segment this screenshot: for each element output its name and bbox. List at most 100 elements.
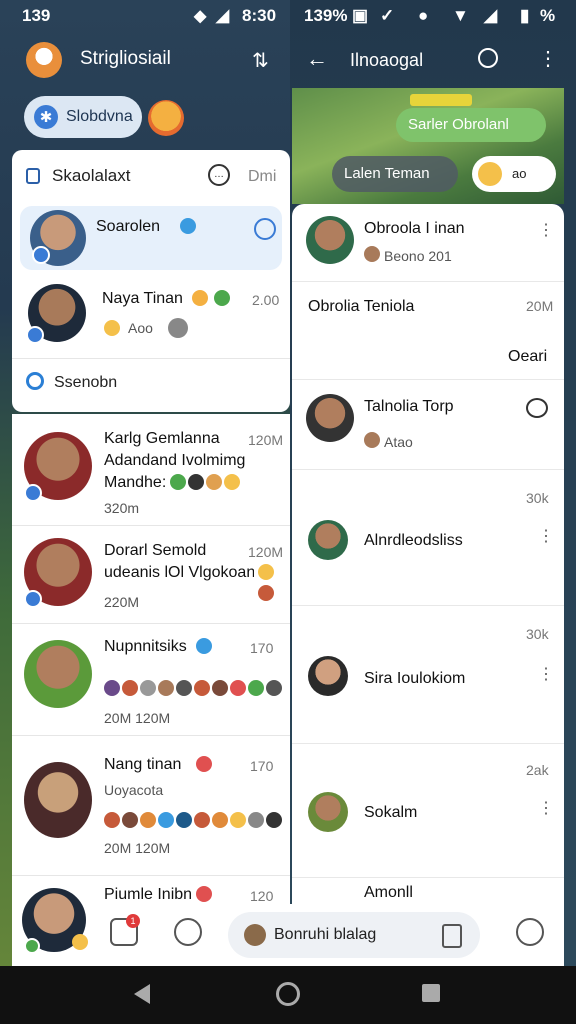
chat-time: 20M [526, 298, 554, 314]
card-header-right: Dmi [248, 168, 277, 185]
chat-preview: udeanis lOl Vlgokoan [104, 564, 254, 581]
conversation-list: Obroola I inan Beono 201 ⋮ Obrolia Tenio… [292, 204, 564, 904]
chat-time: 2ak [526, 762, 549, 778]
status-time-right: 8:30 [242, 6, 277, 25]
back-icon[interactable] [134, 984, 150, 1004]
emoji-strip [170, 474, 242, 495]
emoji-icon [72, 934, 88, 950]
emoji-strip [104, 680, 284, 701]
signal-full-icon: ◢ [484, 6, 498, 25]
profile-nav-icon[interactable] [516, 918, 544, 946]
list-item[interactable]: Karlg Gemlanna 120M Adandand Ivolmimg Ma… [12, 414, 290, 526]
chat-name: Talnolia Torp [364, 398, 454, 415]
avatar [308, 520, 348, 560]
search-icon[interactable] [478, 48, 498, 68]
chat-extra: Oeari [508, 348, 548, 365]
globe-icon: ✱ [34, 105, 58, 129]
status-pill-label: Slobdvna [66, 108, 133, 125]
add-friend-pill[interactable]: Lalen Teman [332, 156, 458, 192]
message-icon[interactable] [526, 398, 548, 418]
chat-name: Nupnnitsiks [104, 638, 187, 655]
more-options-icon[interactable]: ⋮ [538, 667, 554, 690]
reaction-pill[interactable]: ao [472, 156, 556, 192]
smile-emoji-icon [192, 290, 208, 306]
chat-name: Nang tinan [104, 756, 182, 773]
wifi-full-icon: ▼ [452, 6, 469, 25]
right-header: ← Ilnoaogal ⋮ [292, 30, 564, 88]
checkbox-icon[interactable] [26, 168, 40, 184]
online-badge-icon [24, 938, 40, 954]
gear-icon [168, 318, 188, 338]
message-icon[interactable] [254, 218, 276, 240]
bottom-nav: 1 Bonruhi blalag [12, 888, 564, 966]
chat-time: 170 [250, 758, 274, 774]
status-bar: 139 ◆ ◢ 8:30 139% ▣ ✓ ● ▼ ◢ ▮ % [0, 0, 576, 32]
compose-input[interactable]: Bonruhi blalag [228, 912, 480, 958]
search-label: Ssenobn [54, 374, 118, 391]
chat-preview: Aoo [128, 320, 153, 336]
chat-time: 30k [526, 626, 549, 642]
chat-name: Obrolia Teniola [308, 298, 415, 315]
emoji-strip [258, 564, 290, 606]
list-item[interactable]: Nang tinan 170 Uoyacota 20M 120M [12, 736, 290, 876]
search-icon [26, 372, 44, 390]
more-options-icon[interactable]: ⋮ [538, 223, 554, 246]
list-item[interactable]: Talnolia Torp Atao [292, 380, 564, 470]
list-item[interactable]: Obrolia Teniola 20M Oeari [292, 282, 564, 380]
emoji-strip [104, 812, 284, 833]
back-arrow-icon[interactable]: ← [306, 46, 328, 72]
highlighted-chat-row[interactable]: Soarolen [20, 206, 282, 270]
battery-percent: % [540, 6, 556, 25]
list-item[interactable]: 2ak Sokalm ⋮ [292, 744, 564, 878]
avatar [24, 762, 92, 838]
status-pill[interactable]: ✱ Slobdvna [24, 96, 142, 138]
chat-name[interactable]: Naya Tinan [102, 290, 183, 308]
messages-nav-icon[interactable] [174, 918, 202, 946]
left-header: Strigliosiail ⇅ ✱ Slobdvna [12, 30, 290, 150]
chat-name: Alnrdleodsliss [364, 532, 463, 549]
chat-footer: 20M 120M [104, 710, 171, 726]
list-item[interactable]: Nupnnitsiks 170 20M 120M [12, 624, 290, 736]
avatar [306, 216, 354, 264]
signal-icon: ◢ [216, 6, 230, 25]
list-item[interactable]: Amonll [292, 878, 564, 904]
list-item[interactable]: Dorarl Semold 120M udeanis lOl Vlgokoan … [12, 526, 290, 624]
system-nav-bar [0, 966, 576, 1024]
banner-message-bubble[interactable]: Sarler Obrolanl [396, 108, 546, 142]
list-item[interactable]: 30k Alnrdleodsliss ⋮ [292, 470, 564, 606]
conversation-title: Ilnoaogal [350, 50, 424, 70]
chat-card: Skaolalaxt … Dmi Soarolen Naya Tinan 2.0… [12, 150, 290, 412]
list-item[interactable]: Obroola I inan Beono 201 ⋮ [292, 204, 564, 282]
app-title: Strigliosiail [80, 48, 171, 69]
avatar [308, 792, 348, 832]
chat-name: Dorarl Semold [104, 542, 207, 559]
mini-avatar-icon [364, 246, 380, 262]
recents-icon[interactable] [422, 984, 440, 1002]
list-item[interactable]: 30k Sira Ioulokiom ⋮ [292, 606, 564, 744]
chat-footer: 220M [104, 594, 140, 610]
chat-bubble-icon[interactable]: … [208, 164, 230, 186]
more-options-icon[interactable]: ⋮ [538, 801, 554, 824]
notification-icon: ▣ [352, 6, 369, 25]
app-status-icon: ✓ [380, 6, 395, 25]
chat-list: Karlg Gemlanna 120M Adandand Ivolmimg Ma… [12, 414, 290, 904]
chat-time: 120M [248, 544, 284, 560]
compose-placeholder: Bonruhi blalag [274, 926, 377, 943]
search-row[interactable]: Ssenobn [26, 372, 117, 392]
clipboard-icon[interactable] [442, 924, 462, 948]
app-logo-avatar[interactable] [26, 42, 62, 78]
home-icon[interactable] [276, 982, 300, 1006]
filter-icon[interactable]: ⇅ [252, 48, 278, 74]
chat-time: 170 [250, 640, 274, 656]
more-options-icon[interactable]: ⋮ [538, 46, 558, 71]
chat-preview: Atao [384, 434, 413, 450]
more-options-icon[interactable]: ⋮ [538, 529, 554, 552]
verified-badge-icon [24, 590, 42, 608]
chats-badge: 1 [126, 914, 140, 928]
verified-badge-icon [26, 326, 44, 344]
mini-avatar-icon [364, 432, 380, 448]
emoji-reaction-icon[interactable] [148, 100, 184, 136]
leaf-emoji-icon [214, 290, 230, 306]
chat-preview-2: Mandhe: [104, 474, 167, 491]
avatar [24, 640, 92, 708]
